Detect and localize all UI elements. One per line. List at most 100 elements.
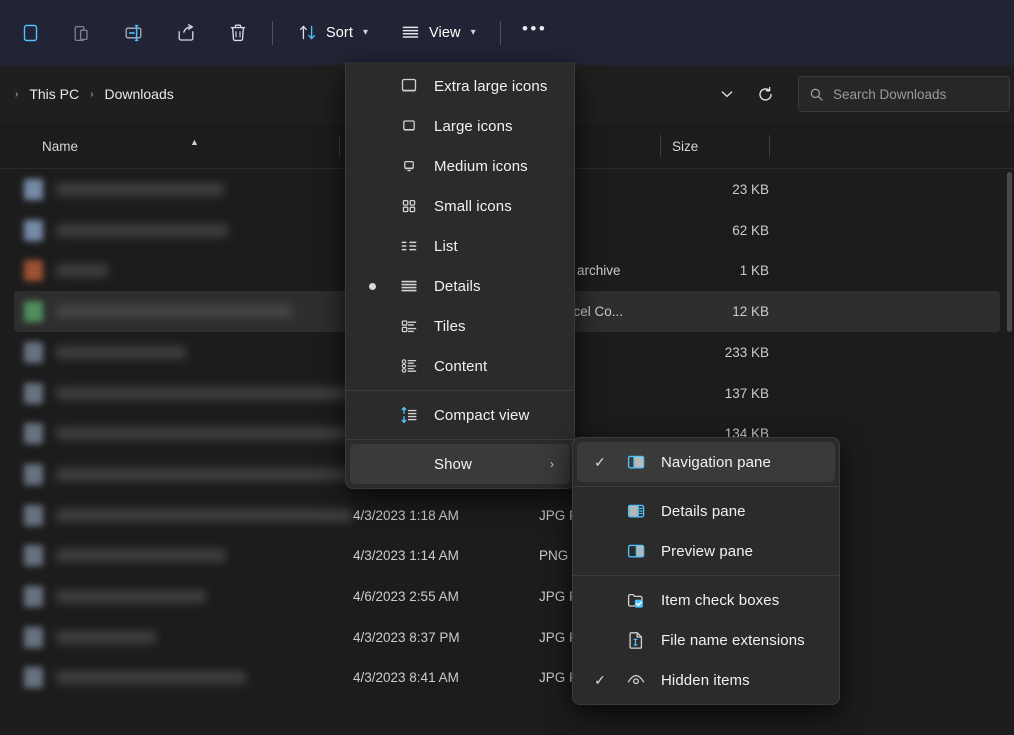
column-divider[interactable] <box>660 135 661 157</box>
details-view-icon-wrap <box>398 275 420 297</box>
copy-button[interactable] <box>8 13 52 53</box>
file-type-icon <box>24 341 43 363</box>
medium-icons-icon <box>404 160 414 172</box>
show-submenu-item-item-check-boxes[interactable]: Item check boxes <box>577 580 835 620</box>
table-row[interactable]: 4/3/2023 1:14 AM PNG File <box>14 535 1000 576</box>
share-button[interactable] <box>164 13 208 53</box>
file-type-icon <box>24 504 43 526</box>
column-header-size[interactable]: Size <box>660 123 698 169</box>
menu-item-label: Details pane <box>661 502 746 520</box>
file-name-cell <box>56 264 108 278</box>
show-submenu-item-preview-pane[interactable]: Preview pane <box>577 531 835 571</box>
file-type-icon <box>24 423 43 445</box>
checkmark-icon: ✓ <box>594 671 606 688</box>
file-date-cell: 4/3/2023 1:18 AM <box>353 507 459 523</box>
menu-item-label: Preview pane <box>661 542 754 560</box>
menu-item-label: Extra large icons <box>434 77 548 95</box>
menu-item-label: File name extensions <box>661 631 805 649</box>
chevron-down-icon: ▾ <box>470 26 476 38</box>
paste-icon <box>71 22 93 44</box>
share-icon <box>175 22 197 44</box>
menu-separator <box>573 575 839 576</box>
table-row[interactable]: 4/3/2023 8:37 PM JPG File <box>14 617 1000 658</box>
table-row[interactable]: 4/6/2023 2:55 AM JPG File <box>14 576 1000 617</box>
details-pane-icon <box>627 504 645 518</box>
view-button[interactable]: View ▾ <box>388 13 488 53</box>
preview-pane-icon <box>627 544 645 558</box>
extra-large-icons-icon-wrap <box>398 75 420 97</box>
file-date-cell: 4/3/2023 8:41 AM <box>353 670 459 686</box>
show-submenu-item-hidden-items[interactable]: ✓ Hidden items <box>577 660 835 700</box>
table-row[interactable]: 4/3/2023 1:18 AM JPG File <box>14 495 1000 536</box>
sort-button[interactable]: Sort ▾ <box>285 13 380 53</box>
table-row[interactable]: 4/3/2023 8:41 AMJPG File102 KB <box>14 657 1000 698</box>
view-menu-item-small-icons[interactable]: Small icons <box>350 186 570 226</box>
chevron-right-icon: › <box>550 457 554 471</box>
search-input[interactable]: Search Downloads <box>833 87 946 102</box>
view-menu-item-compact-view[interactable]: Compact view <box>350 395 570 435</box>
column-divider[interactable] <box>339 135 340 157</box>
search-box[interactable]: Search Downloads <box>798 76 1010 112</box>
small-icons-icon-wrap <box>398 195 420 217</box>
ellipsis-icon: ••• <box>521 19 548 38</box>
search-icon <box>810 88 823 101</box>
view-menu-item-large-icons[interactable]: Large icons <box>350 106 570 146</box>
file-size-cell: 12 KB <box>732 304 769 320</box>
checkmark-icon: ✓ <box>594 453 606 470</box>
menu-item-label: Details <box>434 277 481 295</box>
menu-item-label: Medium icons <box>434 157 528 175</box>
menu-item-label: Tiles <box>434 317 466 335</box>
paste-button[interactable] <box>60 13 104 53</box>
menu-item-label: List <box>434 237 458 255</box>
view-menu-item-list[interactable]: List <box>350 226 570 266</box>
file-size-cell: 23 KB <box>732 182 769 197</box>
breadcrumb[interactable]: › This PC › Downloads <box>4 76 188 112</box>
command-toolbar: Sort ▾ View ▾ ••• <box>0 0 1014 65</box>
column-header-name-label: Name <box>42 138 79 154</box>
details-view-icon <box>401 280 417 292</box>
history-dropdown-button[interactable] <box>708 76 746 112</box>
menu-item-label: Content <box>434 357 488 375</box>
view-label: View <box>429 24 461 41</box>
file-date-cell: 4/3/2023 1:14 AM <box>353 548 459 564</box>
vertical-scrollbar[interactable] <box>1007 172 1012 332</box>
file-name-extensions-icon-wrap <box>625 629 647 651</box>
menu-item-label: Large icons <box>434 117 513 135</box>
view-menu-item-content[interactable]: Content <box>350 346 570 386</box>
sort-ascending-icon: ▲ <box>190 137 199 147</box>
navigation-pane-icon-wrap <box>625 451 647 473</box>
menu-item-label: Show <box>434 455 472 473</box>
selected-bullet-icon <box>369 282 376 290</box>
rename-button[interactable] <box>112 13 156 53</box>
file-type-icon <box>24 586 43 607</box>
show-submenu-item-file-name-extensions[interactable]: File name extensions <box>577 620 835 660</box>
view-menu-item-show[interactable]: Show › <box>350 444 570 484</box>
view-icon <box>400 22 421 43</box>
refresh-button[interactable] <box>746 76 784 112</box>
details-pane-icon-wrap <box>625 500 647 522</box>
file-name-cell <box>56 508 352 522</box>
file-name-cell <box>56 345 186 359</box>
show-submenu-item-navigation-pane[interactable]: ✓ Navigation pane <box>577 442 835 482</box>
column-divider[interactable] <box>769 135 770 157</box>
item-check-boxes-icon <box>627 593 643 608</box>
extra-large-icons-icon <box>401 78 417 92</box>
view-menu-item-medium-icons[interactable]: Medium icons <box>350 146 570 186</box>
delete-button[interactable] <box>216 13 260 53</box>
breadcrumb-item-this-pc[interactable]: This PC <box>23 83 85 105</box>
breadcrumb-item-downloads[interactable]: Downloads <box>98 83 179 105</box>
view-menu-item-tiles[interactable]: Tiles <box>350 306 570 346</box>
show-submenu-item-details-pane[interactable]: Details pane <box>577 491 835 531</box>
view-menu-item-details[interactable]: Details <box>350 266 570 306</box>
menu-item-label: Small icons <box>434 197 512 215</box>
see-more-button[interactable]: ••• <box>513 13 557 53</box>
view-menu-item-extra-large-icons[interactable]: Extra large icons <box>350 66 570 106</box>
view-menu[interactable]: Extra large icons Large icons Medium icons… <box>345 62 575 489</box>
column-header-name[interactable]: Name ▲ <box>14 123 199 169</box>
breadcrumb-leading-chevron-icon: › <box>15 88 19 100</box>
file-date-cell: 4/6/2023 2:55 AM <box>353 589 459 604</box>
file-name-cell <box>56 630 156 644</box>
show-submenu[interactable]: ✓ Navigation pane Details pane Preview pane… <box>572 437 840 705</box>
rename-icon <box>122 22 146 44</box>
file-name-cell <box>56 549 226 563</box>
